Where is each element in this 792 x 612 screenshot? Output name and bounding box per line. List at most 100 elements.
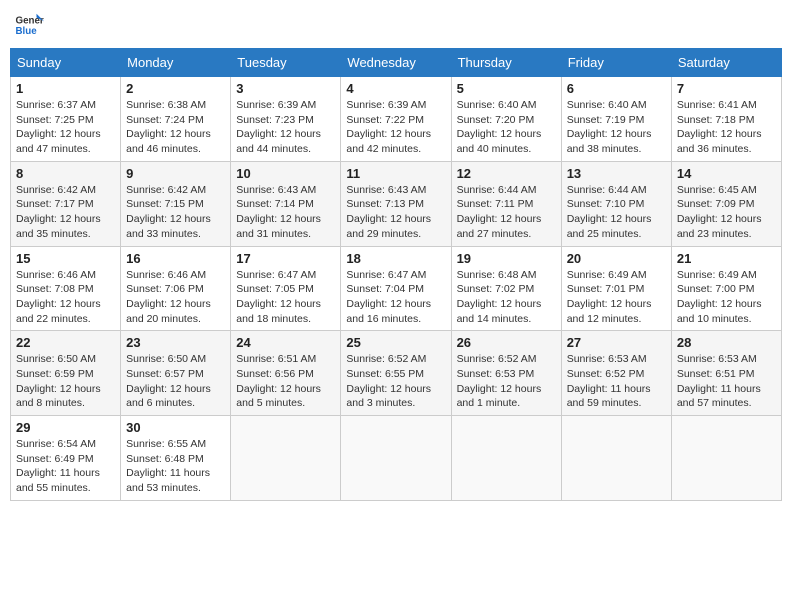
weekday-header-monday: Monday <box>121 49 231 77</box>
svg-text:Blue: Blue <box>16 26 38 37</box>
day-info: Sunrise: 6:46 AMSunset: 7:08 PMDaylight:… <box>16 269 101 325</box>
day-info: Sunrise: 6:40 AMSunset: 7:19 PMDaylight:… <box>567 99 652 155</box>
calendar-week-3: 15 Sunrise: 6:46 AMSunset: 7:08 PMDaylig… <box>11 246 782 331</box>
day-number: 3 <box>236 81 335 96</box>
day-cell-30: 30 Sunrise: 6:55 AMSunset: 6:48 PMDaylig… <box>121 416 231 501</box>
day-info: Sunrise: 6:47 AMSunset: 7:05 PMDaylight:… <box>236 269 321 325</box>
weekday-header-wednesday: Wednesday <box>341 49 451 77</box>
day-cell-25: 25 Sunrise: 6:52 AMSunset: 6:55 PMDaylig… <box>341 331 451 416</box>
day-number: 2 <box>126 81 225 96</box>
day-number: 30 <box>126 420 225 435</box>
weekday-header-row: SundayMondayTuesdayWednesdayThursdayFrid… <box>11 49 782 77</box>
day-number: 16 <box>126 251 225 266</box>
weekday-header-sunday: Sunday <box>11 49 121 77</box>
day-number: 11 <box>346 166 445 181</box>
calendar-week-5: 29 Sunrise: 6:54 AMSunset: 6:49 PMDaylig… <box>11 416 782 501</box>
day-number: 21 <box>677 251 776 266</box>
day-cell-16: 16 Sunrise: 6:46 AMSunset: 7:06 PMDaylig… <box>121 246 231 331</box>
day-info: Sunrise: 6:51 AMSunset: 6:56 PMDaylight:… <box>236 353 321 409</box>
weekday-header-friday: Friday <box>561 49 671 77</box>
empty-cell <box>671 416 781 501</box>
calendar-week-2: 8 Sunrise: 6:42 AMSunset: 7:17 PMDayligh… <box>11 161 782 246</box>
empty-cell <box>341 416 451 501</box>
day-cell-22: 22 Sunrise: 6:50 AMSunset: 6:59 PMDaylig… <box>11 331 121 416</box>
day-number: 1 <box>16 81 115 96</box>
day-number: 5 <box>457 81 556 96</box>
day-number: 15 <box>16 251 115 266</box>
day-info: Sunrise: 6:44 AMSunset: 7:11 PMDaylight:… <box>457 184 542 240</box>
day-cell-4: 4 Sunrise: 6:39 AMSunset: 7:22 PMDayligh… <box>341 77 451 162</box>
day-cell-14: 14 Sunrise: 6:45 AMSunset: 7:09 PMDaylig… <box>671 161 781 246</box>
day-info: Sunrise: 6:44 AMSunset: 7:10 PMDaylight:… <box>567 184 652 240</box>
day-number: 7 <box>677 81 776 96</box>
day-cell-11: 11 Sunrise: 6:43 AMSunset: 7:13 PMDaylig… <box>341 161 451 246</box>
day-cell-1: 1 Sunrise: 6:37 AMSunset: 7:25 PMDayligh… <box>11 77 121 162</box>
day-cell-2: 2 Sunrise: 6:38 AMSunset: 7:24 PMDayligh… <box>121 77 231 162</box>
day-cell-7: 7 Sunrise: 6:41 AMSunset: 7:18 PMDayligh… <box>671 77 781 162</box>
empty-cell <box>561 416 671 501</box>
day-number: 28 <box>677 335 776 350</box>
day-number: 9 <box>126 166 225 181</box>
day-cell-8: 8 Sunrise: 6:42 AMSunset: 7:17 PMDayligh… <box>11 161 121 246</box>
logo-icon: General Blue <box>14 10 44 40</box>
empty-cell <box>451 416 561 501</box>
day-info: Sunrise: 6:45 AMSunset: 7:09 PMDaylight:… <box>677 184 762 240</box>
day-number: 6 <box>567 81 666 96</box>
day-cell-21: 21 Sunrise: 6:49 AMSunset: 7:00 PMDaylig… <box>671 246 781 331</box>
day-info: Sunrise: 6:55 AMSunset: 6:48 PMDaylight:… <box>126 438 210 494</box>
day-info: Sunrise: 6:49 AMSunset: 7:00 PMDaylight:… <box>677 269 762 325</box>
day-number: 14 <box>677 166 776 181</box>
day-cell-19: 19 Sunrise: 6:48 AMSunset: 7:02 PMDaylig… <box>451 246 561 331</box>
day-number: 13 <box>567 166 666 181</box>
weekday-header-saturday: Saturday <box>671 49 781 77</box>
day-cell-18: 18 Sunrise: 6:47 AMSunset: 7:04 PMDaylig… <box>341 246 451 331</box>
day-info: Sunrise: 6:39 AMSunset: 7:22 PMDaylight:… <box>346 99 431 155</box>
day-info: Sunrise: 6:50 AMSunset: 6:57 PMDaylight:… <box>126 353 211 409</box>
day-cell-24: 24 Sunrise: 6:51 AMSunset: 6:56 PMDaylig… <box>231 331 341 416</box>
day-info: Sunrise: 6:47 AMSunset: 7:04 PMDaylight:… <box>346 269 431 325</box>
day-cell-6: 6 Sunrise: 6:40 AMSunset: 7:19 PMDayligh… <box>561 77 671 162</box>
day-cell-29: 29 Sunrise: 6:54 AMSunset: 6:49 PMDaylig… <box>11 416 121 501</box>
day-cell-15: 15 Sunrise: 6:46 AMSunset: 7:08 PMDaylig… <box>11 246 121 331</box>
day-cell-23: 23 Sunrise: 6:50 AMSunset: 6:57 PMDaylig… <box>121 331 231 416</box>
day-number: 23 <box>126 335 225 350</box>
day-cell-3: 3 Sunrise: 6:39 AMSunset: 7:23 PMDayligh… <box>231 77 341 162</box>
day-info: Sunrise: 6:38 AMSunset: 7:24 PMDaylight:… <box>126 99 211 155</box>
weekday-header-thursday: Thursday <box>451 49 561 77</box>
weekday-header-tuesday: Tuesday <box>231 49 341 77</box>
day-info: Sunrise: 6:41 AMSunset: 7:18 PMDaylight:… <box>677 99 762 155</box>
day-number: 19 <box>457 251 556 266</box>
day-info: Sunrise: 6:42 AMSunset: 7:17 PMDaylight:… <box>16 184 101 240</box>
day-info: Sunrise: 6:52 AMSunset: 6:53 PMDaylight:… <box>457 353 542 409</box>
day-number: 26 <box>457 335 556 350</box>
day-cell-27: 27 Sunrise: 6:53 AMSunset: 6:52 PMDaylig… <box>561 331 671 416</box>
day-info: Sunrise: 6:49 AMSunset: 7:01 PMDaylight:… <box>567 269 652 325</box>
day-cell-20: 20 Sunrise: 6:49 AMSunset: 7:01 PMDaylig… <box>561 246 671 331</box>
day-number: 20 <box>567 251 666 266</box>
day-info: Sunrise: 6:52 AMSunset: 6:55 PMDaylight:… <box>346 353 431 409</box>
day-cell-10: 10 Sunrise: 6:43 AMSunset: 7:14 PMDaylig… <box>231 161 341 246</box>
day-info: Sunrise: 6:43 AMSunset: 7:13 PMDaylight:… <box>346 184 431 240</box>
day-cell-9: 9 Sunrise: 6:42 AMSunset: 7:15 PMDayligh… <box>121 161 231 246</box>
day-info: Sunrise: 6:54 AMSunset: 6:49 PMDaylight:… <box>16 438 100 494</box>
day-number: 17 <box>236 251 335 266</box>
day-number: 4 <box>346 81 445 96</box>
day-info: Sunrise: 6:53 AMSunset: 6:52 PMDaylight:… <box>567 353 651 409</box>
day-number: 27 <box>567 335 666 350</box>
day-cell-28: 28 Sunrise: 6:53 AMSunset: 6:51 PMDaylig… <box>671 331 781 416</box>
header: General Blue <box>10 10 782 40</box>
empty-cell <box>231 416 341 501</box>
day-cell-12: 12 Sunrise: 6:44 AMSunset: 7:11 PMDaylig… <box>451 161 561 246</box>
day-info: Sunrise: 6:48 AMSunset: 7:02 PMDaylight:… <box>457 269 542 325</box>
day-number: 29 <box>16 420 115 435</box>
day-info: Sunrise: 6:50 AMSunset: 6:59 PMDaylight:… <box>16 353 101 409</box>
day-info: Sunrise: 6:53 AMSunset: 6:51 PMDaylight:… <box>677 353 761 409</box>
day-info: Sunrise: 6:43 AMSunset: 7:14 PMDaylight:… <box>236 184 321 240</box>
day-number: 25 <box>346 335 445 350</box>
day-cell-5: 5 Sunrise: 6:40 AMSunset: 7:20 PMDayligh… <box>451 77 561 162</box>
day-cell-13: 13 Sunrise: 6:44 AMSunset: 7:10 PMDaylig… <box>561 161 671 246</box>
day-info: Sunrise: 6:46 AMSunset: 7:06 PMDaylight:… <box>126 269 211 325</box>
day-info: Sunrise: 6:37 AMSunset: 7:25 PMDaylight:… <box>16 99 101 155</box>
day-number: 10 <box>236 166 335 181</box>
day-cell-17: 17 Sunrise: 6:47 AMSunset: 7:05 PMDaylig… <box>231 246 341 331</box>
